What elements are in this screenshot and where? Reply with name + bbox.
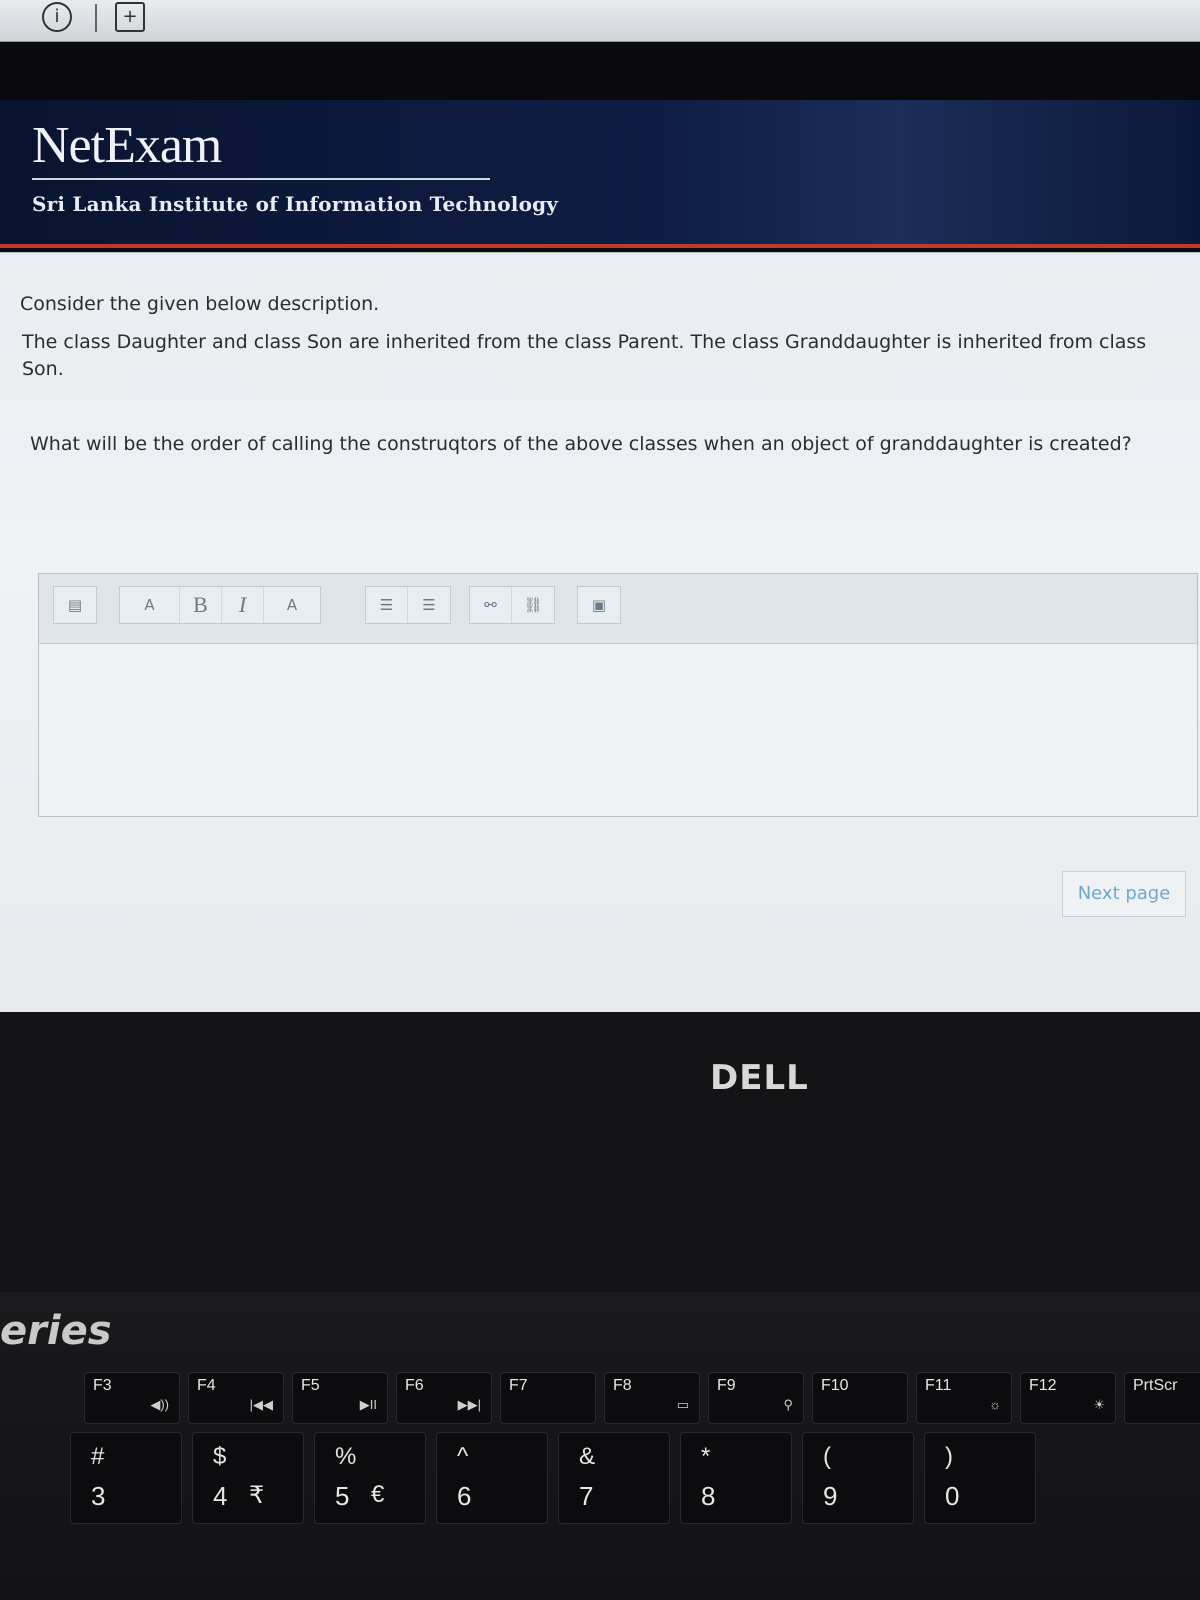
key-f3[interactable]: F3 ◀)) <box>84 1372 180 1424</box>
key-shift-symbol: & <box>579 1443 596 1470</box>
ordered-list-icon[interactable]: ☰ <box>408 587 450 623</box>
question-description: The class Daughter and class Son are inh… <box>22 331 1147 380</box>
key-4[interactable]: $4 ₹ <box>192 1432 304 1524</box>
key-8[interactable]: * 8 <box>680 1432 792 1524</box>
key-9[interactable]: (9 <box>802 1432 914 1524</box>
key-0[interactable]: ) 0 <box>924 1432 1036 1524</box>
key-label: F9 <box>717 1377 736 1394</box>
key-label: PrtScr <box>1133 1377 1178 1394</box>
key-shift-symbol: # <box>91 1443 105 1470</box>
key-digit: 0 <box>945 1481 960 1511</box>
key-6[interactable]: ^ 6 <box>436 1432 548 1524</box>
key-symbol: ▭ <box>676 1397 689 1412</box>
insert-image-icon[interactable]: ▣ <box>578 587 620 623</box>
logo-underline <box>32 178 490 180</box>
key-digit: 4 <box>213 1481 228 1511</box>
key-label: F5 <box>301 1377 320 1394</box>
key-f9[interactable]: F9 ⚲ <box>708 1372 804 1424</box>
key-prtscr[interactable]: PrtScr <box>1124 1372 1200 1424</box>
info-circle-icon[interactable]: i <box>42 2 72 32</box>
key-shift-symbol: * <box>701 1443 711 1470</box>
netexam-logo[interactable]: NetExam <box>32 116 222 175</box>
toolbar-divider <box>95 4 97 32</box>
key-symbol: ⚲ <box>783 1397 793 1412</box>
series-label: eries <box>0 1308 112 1354</box>
laptop-bezel <box>0 1012 1200 1292</box>
answer-textarea[interactable] <box>47 648 1192 808</box>
next-page-button[interactable]: Next page <box>1062 871 1186 917</box>
key-shift-symbol: $ <box>213 1443 227 1470</box>
unlink-icon[interactable]: ⛓ <box>512 587 554 623</box>
key-digit: 8 <box>701 1481 716 1511</box>
key-symbol: ▶▶| <box>457 1397 481 1412</box>
key-f10[interactable]: F10 <box>812 1372 908 1424</box>
key-symbol: ☀ <box>1093 1397 1105 1412</box>
key-label: F8 <box>613 1377 632 1394</box>
key-symbol: ☼ <box>989 1397 1001 1412</box>
key-shift-symbol: ( <box>823 1443 831 1470</box>
screen-band <box>0 42 1200 100</box>
key-f11[interactable]: F11 ☼ <box>916 1372 1012 1424</box>
toolbar-group-media: ▣ <box>577 586 621 624</box>
bold-button[interactable]: B <box>180 587 222 623</box>
key-digit: 7 <box>579 1481 594 1511</box>
show-more-buttons-icon[interactable]: ▤ <box>54 587 96 623</box>
key-symbol: |◀◀ <box>249 1397 273 1412</box>
key-f4[interactable]: F4 |◀◀ <box>188 1372 284 1424</box>
italic-button[interactable]: I <box>222 587 264 623</box>
key-symbol: ▶II <box>359 1397 377 1412</box>
key-3[interactable]: #3 <box>70 1432 182 1524</box>
key-digit: 9 <box>823 1481 838 1511</box>
key-digit: 6 <box>457 1481 472 1511</box>
question-intro: Consider the given below description. <box>20 293 380 315</box>
key-f7[interactable]: F7 <box>500 1372 596 1424</box>
site-header: NetExam Sri Lanka Institute of Informati… <box>0 100 1200 248</box>
key-digit: 3 <box>91 1481 106 1511</box>
key-symbol: ◀)) <box>150 1397 169 1412</box>
question-panel: Consider the given below description. Th… <box>0 252 1200 1012</box>
link-icon[interactable]: ⚯ <box>470 587 512 623</box>
question-prompt: What will be the order of calling the co… <box>30 433 1132 455</box>
key-f8[interactable]: F8 ▭ <box>604 1372 700 1424</box>
key-f5[interactable]: F5 ▶II <box>292 1372 388 1424</box>
key-5[interactable]: % 5 € <box>314 1432 426 1524</box>
key-f6[interactable]: F6 ▶▶| <box>396 1372 492 1424</box>
key-shift-symbol: ) <box>945 1443 953 1470</box>
key-extra-symbol: ₹ <box>249 1482 265 1509</box>
plus-box-icon[interactable]: + <box>115 2 145 32</box>
key-label: F6 <box>405 1377 424 1394</box>
browser-toolbar: i + <box>0 0 1200 42</box>
toolbar-group-lists: ☰ ☰ <box>365 586 451 624</box>
key-f12[interactable]: F12 ☀ <box>1020 1372 1116 1424</box>
institute-name: Sri Lanka Institute of Information Techn… <box>32 192 559 216</box>
key-label: F10 <box>821 1377 849 1394</box>
key-label: F3 <box>93 1377 112 1394</box>
key-label: F7 <box>509 1377 528 1394</box>
toolbar-group-format: A B I A <box>119 586 321 624</box>
answer-editor[interactable]: ▤ A B I A ☰ ☰ ⚯ ⛓ ▣ <box>38 573 1198 817</box>
toolbar-group-links: ⚯ ⛓ <box>469 586 555 624</box>
key-label: F4 <box>197 1377 216 1394</box>
toolbar-group-expand: ▤ <box>53 586 97 624</box>
key-extra-symbol: € <box>371 1481 385 1508</box>
key-label: F11 <box>925 1377 952 1394</box>
key-label: F12 <box>1029 1377 1057 1394</box>
key-digit: 5 <box>335 1481 350 1511</box>
key-shift-symbol: ^ <box>457 1443 469 1470</box>
editor-toolbar: ▤ A B I A ☰ ☰ ⚯ ⛓ ▣ <box>39 574 1197 644</box>
font-color-button[interactable]: A <box>264 587 320 623</box>
key-shift-symbol: % <box>335 1443 357 1470</box>
unordered-list-icon[interactable]: ☰ <box>366 587 408 623</box>
paragraph-styles-button[interactable]: A <box>120 587 180 623</box>
key-7[interactable]: & 7 <box>558 1432 670 1524</box>
dell-logo: DELL <box>710 1058 809 1098</box>
